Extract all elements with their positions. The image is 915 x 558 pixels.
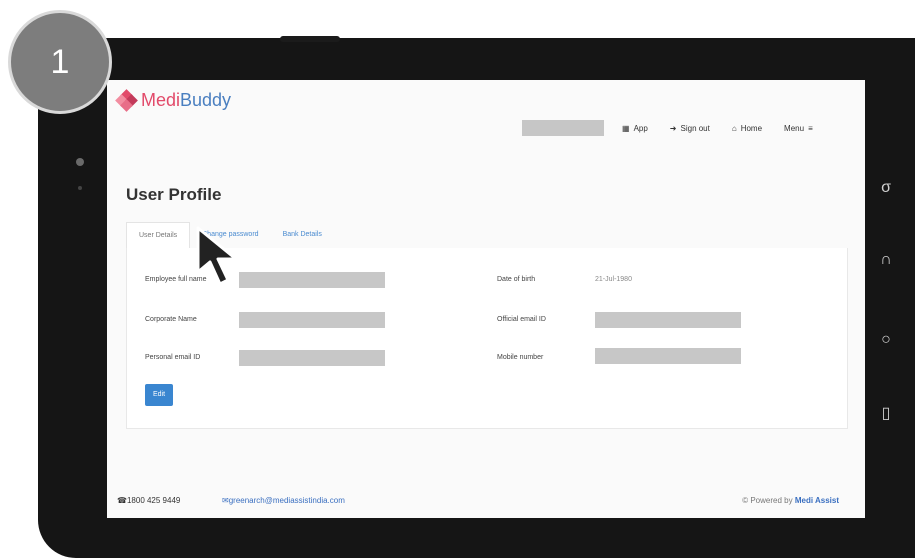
nav-menu[interactable]: Menu ≡ xyxy=(784,124,813,133)
footer-phone[interactable]: ☎1800 425 9449 xyxy=(117,496,180,505)
nav-sign-out-label: Sign out xyxy=(680,123,710,133)
personal-email-label: Personal email ID xyxy=(145,354,201,361)
app-screen: MediBuddy ▦ App ➜ Sign out ⌂ Home Menu ≡… xyxy=(107,80,865,518)
home-button-icon: ○ xyxy=(881,331,891,348)
logo-text: MediBuddy xyxy=(141,90,232,110)
logo-diamond-icon xyxy=(115,88,138,112)
official-email-label: Official email ID xyxy=(497,316,546,323)
sign-out-icon: ➜ xyxy=(669,123,677,133)
footer-powered-by: © Powered by Medi Assist xyxy=(742,496,839,505)
nav-sign-out[interactable]: ➜ Sign out xyxy=(670,124,710,133)
corporate-name-value xyxy=(239,312,385,328)
footer-email[interactable]: ✉greenarch@mediassistindia.com xyxy=(222,496,345,505)
tab-bank-details[interactable]: Bank Details xyxy=(271,222,334,248)
employee-name-value xyxy=(239,272,385,288)
medibuddy-logo[interactable]: MediBuddy xyxy=(115,88,232,112)
nav-app[interactable]: ▦ App xyxy=(622,124,648,133)
home-icon: ⌂ xyxy=(731,123,737,133)
top-nav: ▦ App ➜ Sign out ⌂ Home Menu ≡ xyxy=(522,120,813,136)
sensor-dot xyxy=(78,186,82,190)
mobile-number-value xyxy=(595,348,741,364)
search-box[interactable] xyxy=(522,120,604,136)
tab-user-details[interactable]: User Details xyxy=(126,222,191,250)
powered-brand[interactable]: Medi Assist xyxy=(795,496,839,505)
step-badge: 1 xyxy=(8,10,112,114)
recent-apps-icon: ▯ xyxy=(881,405,891,422)
camera-icon xyxy=(76,158,84,166)
dob-label: Date of birth xyxy=(497,276,536,283)
power-icon: σ xyxy=(881,179,891,196)
grid-icon: ▦ xyxy=(622,123,630,133)
edit-button[interactable]: Edit xyxy=(145,384,173,406)
mouse-cursor-icon xyxy=(196,226,238,286)
tablet-top-button xyxy=(280,36,340,42)
nav-home[interactable]: ⌂ Home xyxy=(732,124,762,133)
powered-prefix: © Powered by xyxy=(742,496,793,505)
page-title: User Profile xyxy=(126,185,222,204)
nav-menu-label: Menu xyxy=(784,123,805,133)
official-email-value xyxy=(595,312,741,328)
nav-home-label: Home xyxy=(740,123,763,133)
back-icon: ∩ xyxy=(880,251,892,268)
corporate-name-label: Corporate Name xyxy=(145,316,197,323)
nav-app-label: App xyxy=(633,123,648,133)
mobile-number-label: Mobile number xyxy=(497,354,544,361)
personal-email-value xyxy=(239,350,385,366)
dob-value: 21-Jul-1980 xyxy=(595,276,632,283)
hamburger-icon: ≡ xyxy=(808,123,813,133)
